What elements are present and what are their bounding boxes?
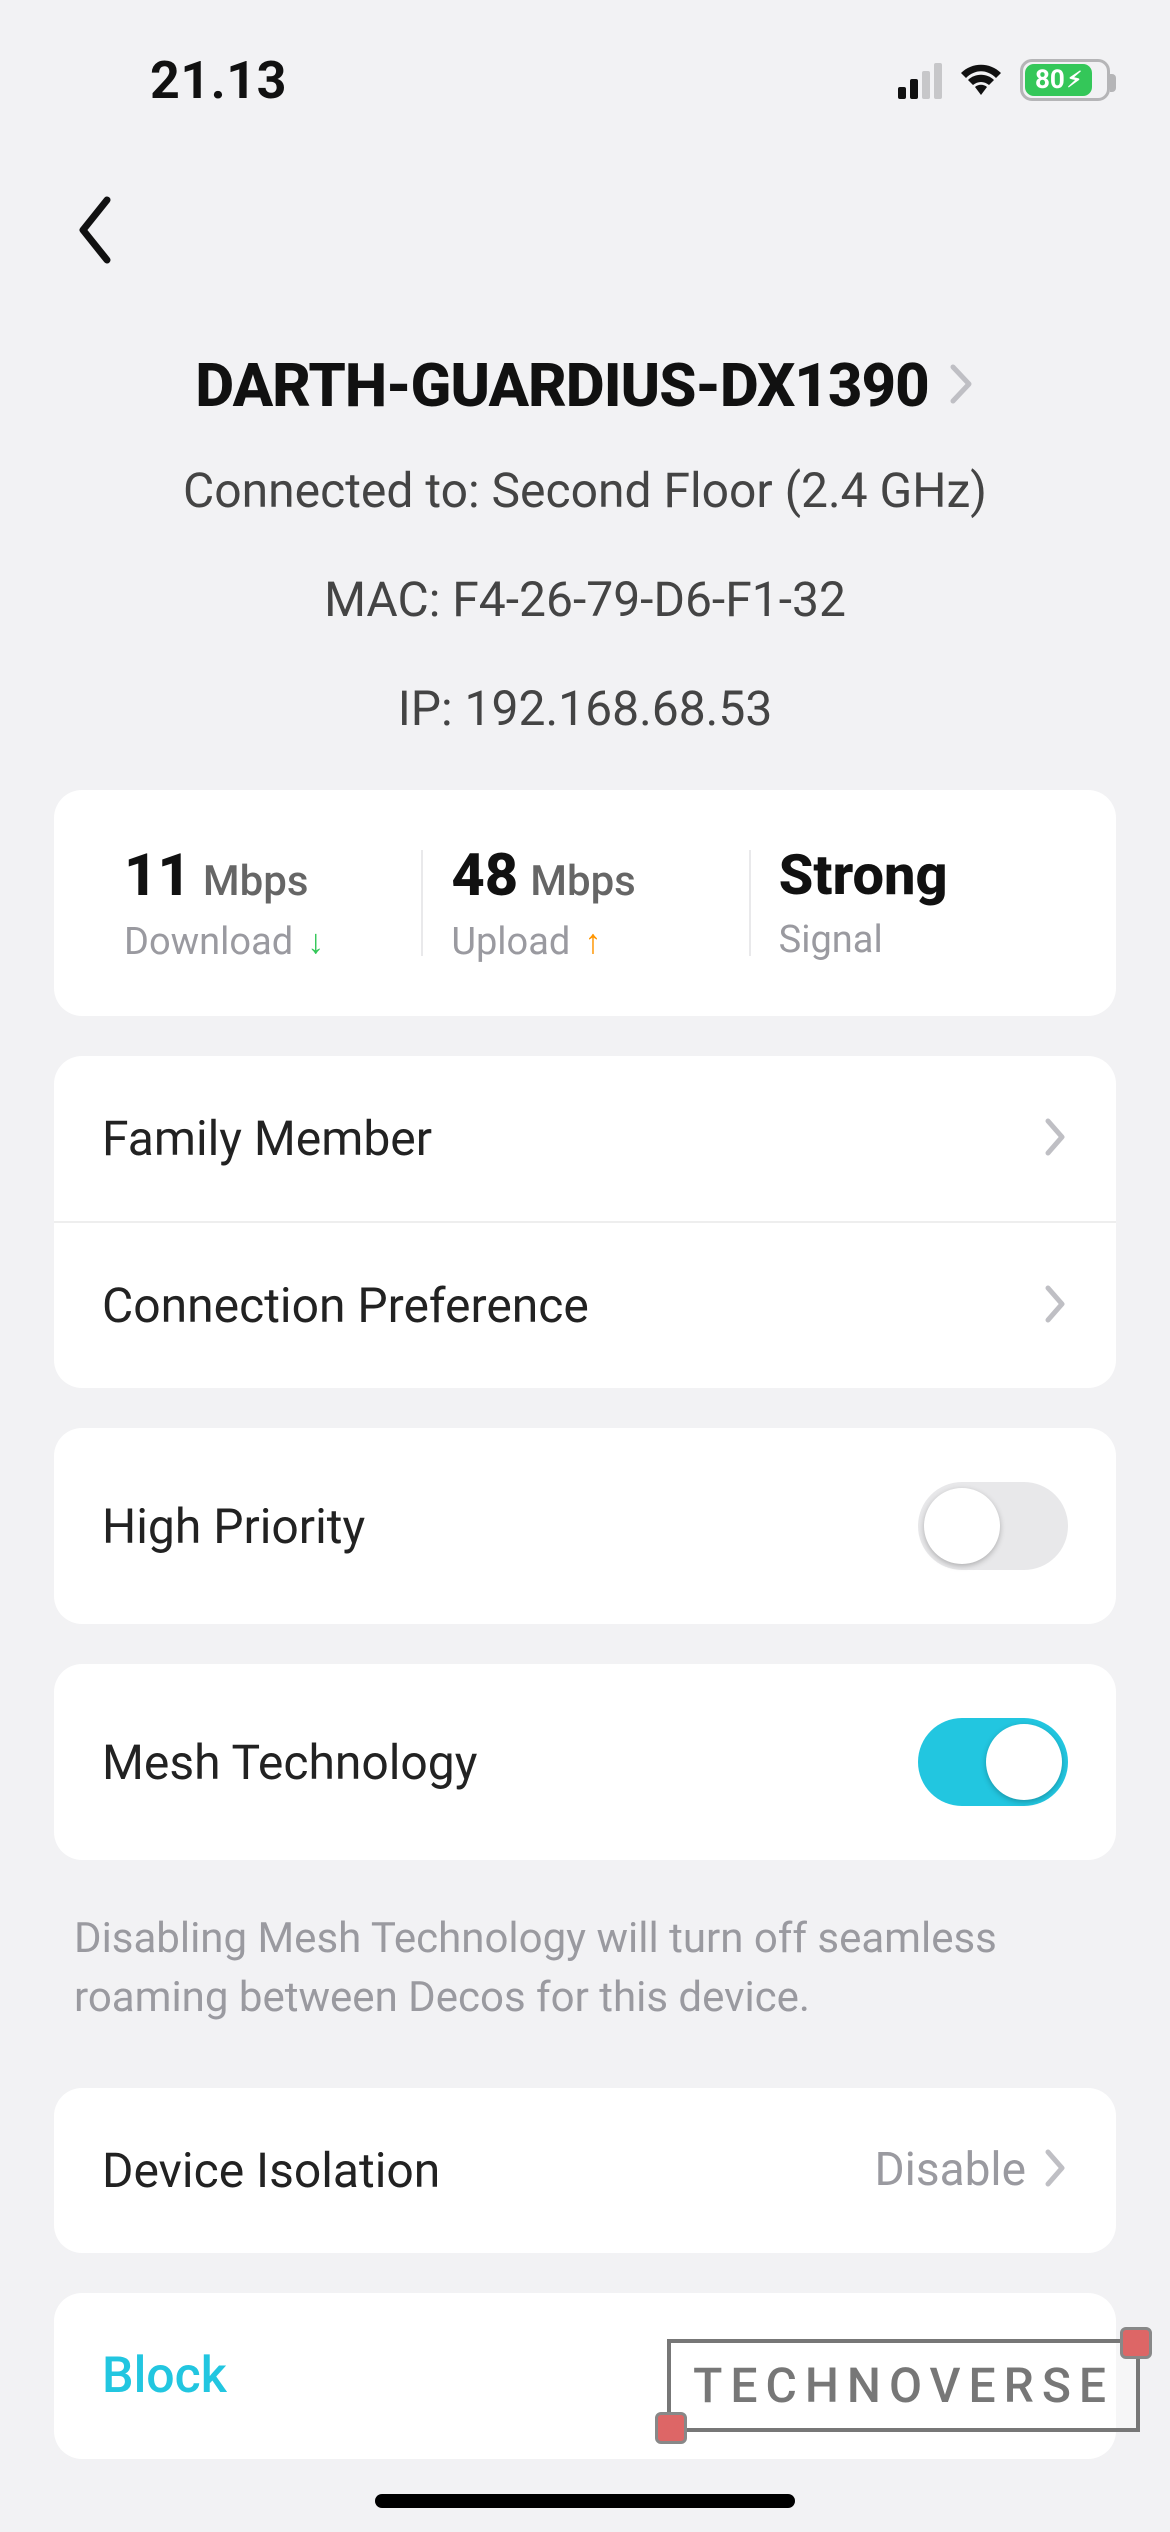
connection-preference-label: Connection Preference [102, 1277, 589, 1334]
device-connected-to: Connected to: Second Floor (2.4 GHz) [60, 453, 1110, 530]
family-member-row[interactable]: Family Member [54, 1056, 1116, 1221]
download-stat: 11 Mbps Download ↓ [94, 842, 421, 964]
block-button[interactable]: Block [102, 2347, 227, 2405]
back-button[interactable] [55, 190, 135, 270]
mesh-row: Mesh Technology [54, 1664, 1116, 1860]
cellular-icon [898, 61, 942, 99]
device-header: DARTH-GUARDIUS-DX1390 Connected to: Seco… [0, 350, 1170, 747]
device-ip: IP: 192.168.68.53 [60, 671, 1110, 748]
download-value: 11 [124, 842, 191, 910]
device-isolation-row[interactable]: Device Isolation Disable [54, 2088, 1116, 2253]
watermark: TECHNOVERSE [667, 2339, 1140, 2432]
signal-stat: Strong Signal [749, 842, 1076, 964]
upload-stat: 48 Mbps Upload ↑ [421, 842, 748, 964]
download-label: Download [124, 920, 293, 964]
mesh-label: Mesh Technology [102, 1734, 477, 1791]
battery-pct: 80 [1035, 65, 1065, 95]
high-priority-toggle[interactable] [918, 1482, 1068, 1570]
connection-preference-row[interactable]: Connection Preference [54, 1221, 1116, 1388]
battery-icon: 80⚡︎ [1020, 59, 1110, 101]
device-isolation-value: Disable [874, 2143, 1026, 2197]
signal-label: Signal [779, 918, 1046, 962]
high-priority-row: High Priority [54, 1428, 1116, 1624]
upload-value: 48 [451, 842, 518, 910]
upload-label: Upload [451, 920, 570, 964]
download-arrow-icon: ↓ [307, 922, 324, 962]
device-isolation-card: Device Isolation Disable [54, 2088, 1116, 2253]
home-indicator[interactable] [375, 2494, 795, 2508]
chevron-right-icon [1044, 1284, 1068, 1328]
high-priority-card: High Priority [54, 1428, 1116, 1624]
stats-card: 11 Mbps Download ↓ 48 Mbps Upload ↑ Stro… [54, 790, 1116, 1016]
status-bar: 21.13 80⚡︎ [0, 0, 1170, 160]
high-priority-label: High Priority [102, 1498, 365, 1555]
upload-unit: Mbps [530, 857, 636, 906]
mesh-card: Mesh Technology [54, 1664, 1116, 1860]
charging-icon: ⚡︎ [1067, 68, 1082, 93]
chevron-right-icon [949, 363, 975, 409]
status-time: 21.13 [150, 50, 287, 111]
status-right: 80⚡︎ [898, 59, 1110, 101]
download-unit: Mbps [203, 857, 309, 906]
device-title-row[interactable]: DARTH-GUARDIUS-DX1390 [195, 350, 974, 421]
device-name: DARTH-GUARDIUS-DX1390 [195, 350, 928, 421]
mesh-toggle[interactable] [918, 1718, 1068, 1806]
device-isolation-label: Device Isolation [102, 2142, 440, 2199]
signal-value: Strong [779, 842, 1046, 908]
family-member-label: Family Member [102, 1110, 432, 1167]
chevron-right-icon [1044, 2148, 1068, 2192]
device-mac: MAC: F4-26-79-D6-F1-32 [60, 562, 1110, 639]
mesh-footnote: Disabling Mesh Technology will turn off … [54, 1900, 1116, 2088]
settings-card-1: Family Member Connection Preference [54, 1056, 1116, 1388]
wifi-icon [956, 59, 1006, 101]
upload-arrow-icon: ↑ [584, 922, 601, 962]
chevron-right-icon [1044, 1117, 1068, 1161]
